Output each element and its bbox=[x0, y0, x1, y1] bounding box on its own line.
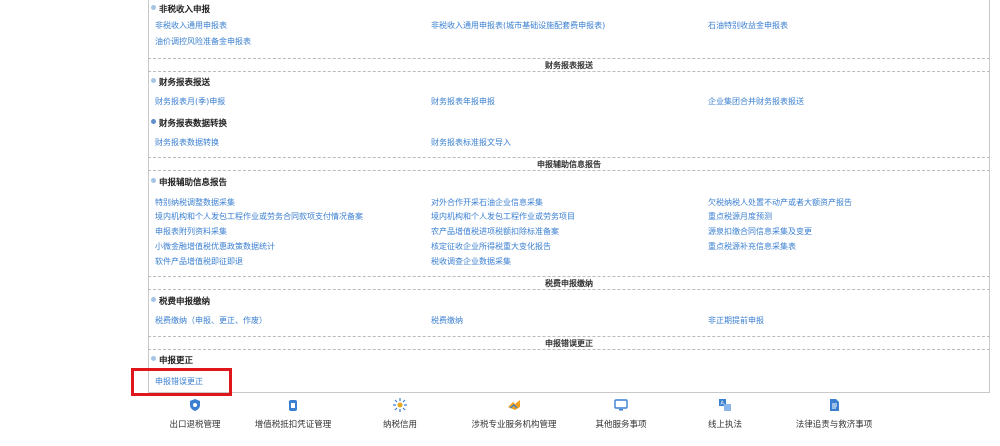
link-nontax-urban[interactable]: 非税收入通用申报表(城市基础设施配套费申报表) bbox=[431, 20, 605, 31]
link-financial-group[interactable]: 企业集团合并财务报表报送 bbox=[708, 96, 804, 107]
section-header-financial: 财务报表报送 bbox=[148, 58, 990, 72]
dock-legal-remedy[interactable]: 法律追责与救济事项 bbox=[779, 398, 889, 438]
link-oil-price-risk[interactable]: 油价调控风险准备金申报表 bbox=[155, 36, 251, 47]
link-aux-1[interactable]: 特别纳税调整数据采集 bbox=[155, 197, 235, 208]
svg-text:A: A bbox=[721, 401, 725, 407]
link-aux-10[interactable]: 小微金融增值税优惠政策数据统计 bbox=[155, 241, 275, 252]
link-aux-6[interactable]: 重点税源月度预测 bbox=[708, 211, 772, 222]
dock-label: 法律追责与救济事项 bbox=[795, 420, 873, 430]
link-aux-2[interactable]: 对外合作开采石油企业信息采集 bbox=[431, 197, 543, 208]
bullet-icon bbox=[151, 177, 156, 183]
link-aux-5[interactable]: 境内机构和个人发包工程作业或劳务项目 bbox=[431, 211, 575, 222]
dock-vat-deduction[interactable]: 增值税抵扣凭证管理 bbox=[238, 398, 348, 438]
handshake-icon bbox=[507, 398, 521, 412]
file-icon bbox=[827, 398, 841, 412]
link-aux-9[interactable]: 源泉扣缴合同信息采集及变更 bbox=[708, 226, 812, 237]
dock-other-services[interactable]: 其他服务事项 bbox=[566, 398, 676, 438]
sparkle-icon bbox=[393, 398, 407, 412]
link-aux-8[interactable]: 农产品增值税进项税额扣除标准备案 bbox=[431, 226, 559, 237]
dock-label: 纳税信用 bbox=[382, 420, 417, 430]
monitor-icon bbox=[614, 398, 628, 412]
link-aux-12[interactable]: 重点税源补充信息采集表 bbox=[708, 241, 796, 252]
dock-export-rebate[interactable]: 出口退税管理 bbox=[140, 398, 250, 438]
bullet-icon bbox=[151, 118, 156, 124]
shield-icon bbox=[188, 398, 202, 412]
group-title-auxiliary: 申报辅助信息报告 bbox=[151, 176, 227, 188]
document-icon bbox=[286, 398, 300, 412]
dock-label: 增值税抵扣凭证管理 bbox=[254, 420, 332, 430]
group-title-financial: 财务报表报送 bbox=[151, 76, 210, 88]
link-aux-4[interactable]: 境内机构和个人发包工程作业或劳务合同款项支付情况备案 bbox=[155, 211, 363, 222]
group-title-correction: 申报更正 bbox=[151, 354, 193, 366]
group-title-nontax: 非税收入申报 bbox=[151, 3, 210, 15]
dock-label: 其他服务事项 bbox=[595, 420, 647, 430]
translate-icon: A bbox=[718, 398, 732, 412]
link-aux-7[interactable]: 申报表附列资料采集 bbox=[155, 226, 227, 237]
link-early-filing[interactable]: 非正期提前申报 bbox=[708, 315, 764, 326]
dock-label: 出口退税管理 bbox=[169, 420, 221, 430]
dock-label: 涉税专业服务机构管理 bbox=[471, 420, 557, 430]
group-title-conversion: 财务报表数据转换 bbox=[151, 117, 227, 129]
dock-professional-service[interactable]: 涉税专业服务机构管理 bbox=[459, 398, 569, 438]
link-aux-11[interactable]: 核定征收企业所得税重大变化报告 bbox=[431, 241, 551, 252]
dock-label: 线上执法 bbox=[707, 420, 742, 430]
bullet-icon bbox=[151, 296, 156, 302]
link-oil-income[interactable]: 石油特别收益金申报表 bbox=[708, 20, 788, 31]
section-header-auxiliary: 申报辅助信息报告 bbox=[148, 157, 990, 171]
bullet-icon bbox=[151, 355, 156, 361]
link-aux-14[interactable]: 税收调查企业数据采集 bbox=[431, 256, 511, 267]
dock-tax-credit[interactable]: 纳税信用 bbox=[345, 398, 455, 438]
bullet-icon bbox=[151, 4, 156, 10]
link-tax-pay[interactable]: 税费缴纳 bbox=[431, 315, 463, 326]
link-nontax-general[interactable]: 非税收入通用申报表 bbox=[155, 20, 227, 31]
section-header-tax-payment: 税费申报缴纳 bbox=[148, 276, 990, 290]
link-tax-pay-filing[interactable]: 税费缴纳（申报、更正、作废） bbox=[155, 315, 267, 326]
highlight-box bbox=[131, 368, 232, 396]
link-financial-annual[interactable]: 财务报表年报申报 bbox=[431, 96, 495, 107]
link-financial-import[interactable]: 财务报表标准报文导入 bbox=[431, 137, 511, 148]
link-aux-13[interactable]: 软件产品增值税即征即退 bbox=[155, 256, 243, 267]
group-title-tax-payment: 税费申报缴纳 bbox=[151, 295, 210, 307]
dock-online-enforcement[interactable]: A 线上执法 bbox=[670, 398, 780, 438]
link-aux-3[interactable]: 欠税纳税人处置不动产或者大额资产报告 bbox=[708, 197, 852, 208]
link-financial-convert[interactable]: 财务报表数据转换 bbox=[155, 137, 219, 148]
section-header-correction: 申报错误更正 bbox=[148, 336, 990, 350]
bullet-icon bbox=[151, 77, 156, 83]
link-financial-monthly[interactable]: 财务报表月(季)申报 bbox=[155, 96, 225, 107]
